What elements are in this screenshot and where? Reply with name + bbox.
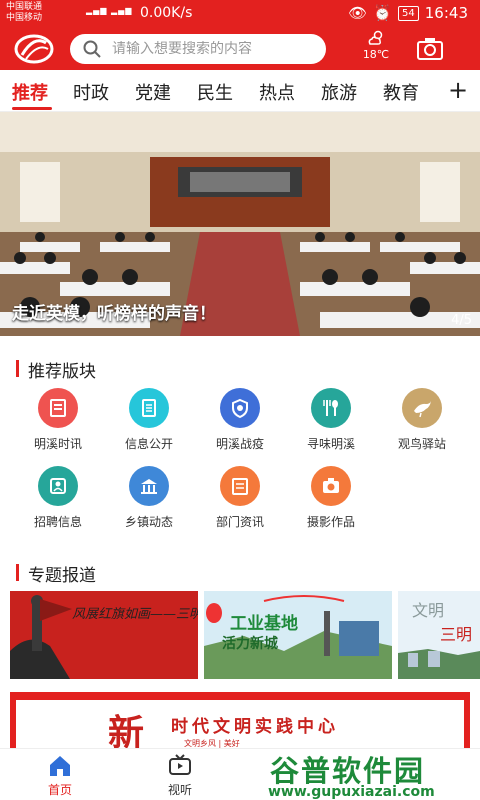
recommend-section-title: 推荐版块	[16, 357, 96, 382]
civilization-center-banner[interactable]: 新 时代文明实践中心 文明乡风 | 美好	[10, 692, 470, 752]
shield-icon	[220, 388, 260, 428]
grid-item-label: 乡镇动态	[124, 515, 173, 529]
active-tab-indicator	[12, 107, 52, 110]
tab-hotspot[interactable]: 热点	[259, 79, 295, 105]
recruit-icon	[38, 466, 78, 506]
category-tabs: 推荐 时政 党建 民生 热点 旅游 教育 +	[0, 70, 480, 112]
grid-item-label: 招聘信息	[33, 515, 82, 529]
topic-card-text: 风展红旗如画——三明	[72, 607, 198, 622]
grid-item-label: 观鸟驿站	[397, 437, 446, 451]
grid-item-photography[interactable]: 摄影作品	[286, 466, 376, 530]
watermark-url: www.gupuxiazai.com	[268, 784, 435, 800]
folder-icon	[220, 466, 260, 506]
topic-card-industrial[interactable]: 工业基地 活力新城	[204, 591, 392, 679]
camera-icon[interactable]	[416, 36, 444, 62]
carrier-1: 中国联通	[6, 2, 43, 12]
signal-icon: ▂▄▆ ▂▄▆	[86, 6, 133, 15]
weather-widget[interactable]: 18℃	[356, 30, 396, 61]
status-bar: 中国联通 中国移动 ▂▄▆ ▂▄▆ 0.00K/s 👁 ⏰ 54 16:43	[0, 0, 480, 28]
weather-icon	[368, 30, 383, 45]
banner-title: 时代文明实践中心	[171, 717, 339, 737]
building-icon	[129, 466, 169, 506]
nav-video[interactable]: 视听	[150, 753, 210, 798]
grid-item-label: 信息公开	[124, 437, 173, 451]
banner-page-indicator: 4/5	[451, 313, 472, 328]
add-tab-button[interactable]: +	[448, 76, 468, 104]
nav-label: 首页	[47, 783, 72, 797]
banner-caption: 走近英模，听榜样的声音！	[12, 304, 216, 324]
tv-icon	[169, 754, 191, 775]
nav-home[interactable]: 首页	[30, 753, 90, 798]
topic-card-text: 活力新城	[222, 636, 278, 652]
battery-icon: 54	[398, 5, 419, 21]
tab-livelihood[interactable]: 民生	[197, 79, 233, 105]
grid-item-anti-epidemic[interactable]: 明溪战疫	[195, 388, 285, 452]
home-icon	[50, 756, 70, 776]
grid-item-dept-news[interactable]: 部门资讯	[195, 466, 285, 530]
grid-item-town-news[interactable]: 乡镇动态	[104, 466, 194, 530]
news-icon	[38, 388, 78, 428]
grid-item-info-public[interactable]: 信息公开	[104, 388, 194, 452]
grid-item-bird-station[interactable]: 观鸟驿站	[377, 388, 467, 452]
civilization-center-inner: 新 时代文明实践中心 文明乡风 | 美好	[16, 700, 464, 752]
grid-item-mingxi-news[interactable]: 明溪时讯	[13, 388, 103, 452]
nav-label: 视听	[167, 783, 192, 797]
search-icon	[83, 40, 101, 58]
topic-card-text: 工业基地	[230, 614, 298, 634]
tab-party[interactable]: 党建	[135, 79, 171, 105]
camera-icon	[311, 466, 351, 506]
app-header: 18℃	[0, 28, 480, 70]
carrier-2: 中国移动	[6, 13, 43, 23]
search-bar[interactable]	[70, 34, 326, 64]
topic-card-red-flag[interactable]: 风展红旗如画——三明	[10, 591, 198, 679]
bird-icon	[402, 388, 442, 428]
watermark: 谷普软件园 www.gupuxiazai.com	[262, 752, 480, 800]
topics-section-title: 专题报道	[16, 561, 96, 586]
document-icon	[129, 388, 169, 428]
topic-card-civilization[interactable]: 文明 三明	[398, 591, 480, 679]
grid-item-label: 明溪战疫	[215, 437, 264, 451]
tab-recommend[interactable]: 推荐	[12, 79, 48, 105]
search-input[interactable]	[112, 41, 312, 57]
tab-politics[interactable]: 时政	[73, 79, 109, 105]
grid-item-label: 明溪时讯	[33, 437, 82, 451]
eye-icon: 👁	[348, 4, 368, 22]
grid-item-recruit[interactable]: 招聘信息	[13, 466, 103, 530]
grid-item-label: 寻味明溪	[306, 437, 355, 451]
temperature: 18℃	[362, 48, 390, 61]
topic-card-text: 三明	[440, 625, 473, 644]
grid-item-label: 部门资讯	[215, 515, 264, 529]
grid-item-label: 摄影作品	[306, 515, 355, 529]
app-logo-icon[interactable]	[14, 33, 54, 65]
fork-spoon-icon	[311, 388, 351, 428]
tab-travel[interactable]: 旅游	[321, 79, 357, 105]
grid-item-food[interactable]: 寻味明溪	[286, 388, 376, 452]
alarm-icon: ⏰	[373, 4, 393, 22]
network-speed: 0.00K/s	[140, 5, 193, 21]
carrier-info: 中国联通 中国移动	[6, 2, 42, 24]
banner-big-char: 新	[108, 712, 145, 752]
clock-time: 16:43	[424, 4, 468, 22]
topic-card-text: 文明	[412, 601, 445, 620]
tab-education[interactable]: 教育	[383, 79, 419, 105]
hero-banner[interactable]: 走近英模，听榜样的声音！ 4/5	[0, 112, 480, 336]
